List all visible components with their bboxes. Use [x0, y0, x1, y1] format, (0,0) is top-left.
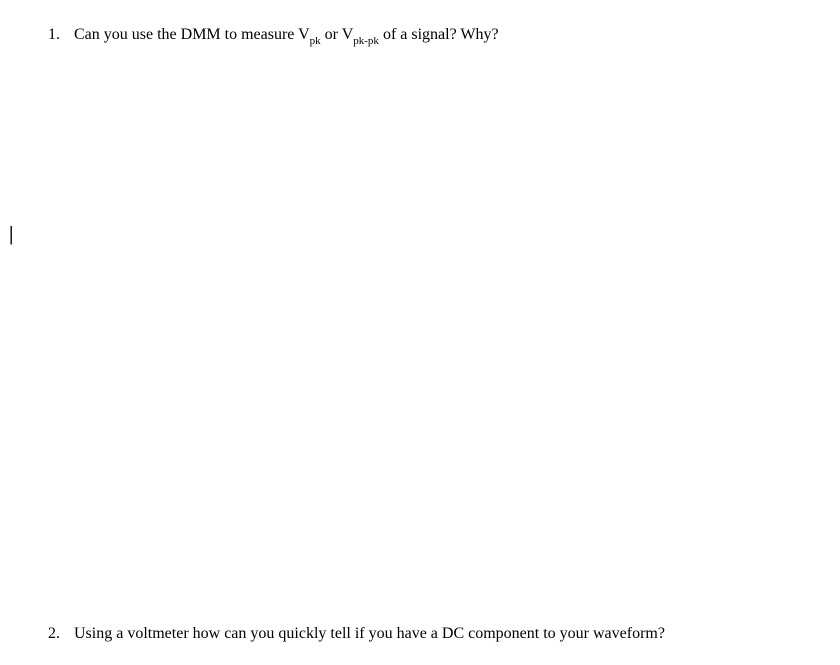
question-1-text: Can you use the DMM to measure Vpk or Vp… [74, 26, 499, 46]
q1-prefix: Can you use the DMM to measure V [74, 26, 310, 43]
text-cursor: | [9, 223, 13, 246]
q1-sub2: pk-pk [353, 35, 379, 47]
question-1: 1. Can you use the DMM to measure Vpk or… [46, 26, 499, 46]
question-2-number: 2. [46, 625, 74, 643]
question-1-number: 1. [46, 26, 74, 44]
question-2: 2. Using a voltmeter how can you quickly… [46, 625, 665, 643]
q1-mid: or V [321, 26, 354, 43]
q1-suffix: of a signal? Why? [379, 26, 499, 43]
question-2-text: Using a voltmeter how can you quickly te… [74, 625, 665, 643]
q1-sub1: pk [310, 35, 321, 47]
